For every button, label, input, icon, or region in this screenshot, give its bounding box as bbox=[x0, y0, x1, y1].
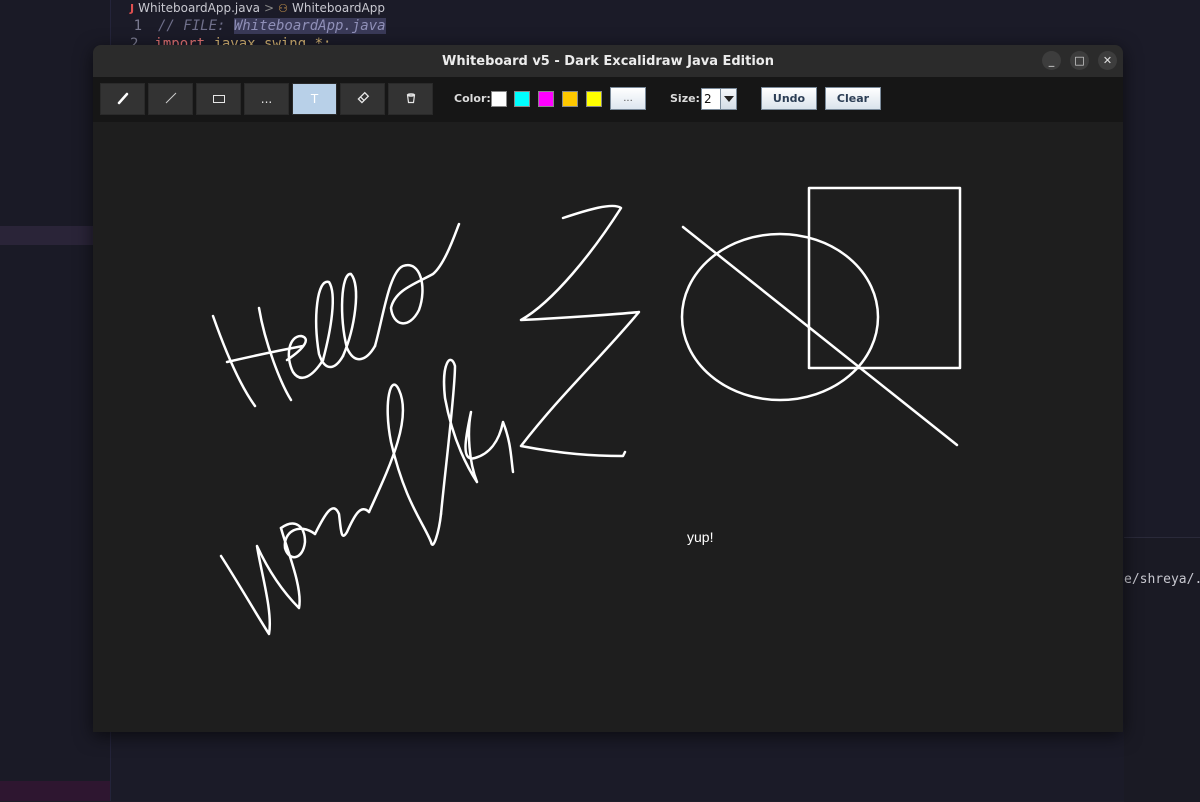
drawing-canvas[interactable]: yup! bbox=[93, 122, 1123, 732]
pen-icon bbox=[116, 91, 130, 108]
eraser-icon bbox=[356, 91, 370, 108]
swatch-white[interactable] bbox=[491, 91, 507, 107]
color-label: Color: bbox=[454, 92, 491, 105]
java-file-icon: J bbox=[130, 1, 135, 15]
eraser-tool-button[interactable] bbox=[340, 83, 385, 115]
stroke-diagonal-line bbox=[681, 225, 959, 447]
stroke-ellipse bbox=[680, 232, 880, 402]
whiteboard-window: Whiteboard v5 - Dark Excalidraw Java Edi… bbox=[93, 45, 1123, 732]
bucket-tool-button[interactable] bbox=[388, 83, 433, 115]
ide-status-strip bbox=[0, 781, 110, 801]
canvas-text-annotation[interactable]: yup! bbox=[687, 529, 713, 545]
size-label: Size: bbox=[670, 92, 700, 105]
swatch-cyan[interactable] bbox=[514, 91, 530, 107]
close-button[interactable]: ✕ bbox=[1098, 51, 1117, 70]
swatch-magenta[interactable] bbox=[538, 91, 554, 107]
toolbar: ... T Color: ... Size: 2 Undo Clear bbox=[93, 77, 1123, 122]
stroke-hello-l2 bbox=[340, 272, 377, 361]
window-title: Whiteboard v5 - Dark Excalidraw Java Edi… bbox=[441, 53, 774, 69]
stroke-world-o bbox=[279, 522, 317, 559]
swatch-yellow[interactable] bbox=[586, 91, 602, 107]
rectangle-tool-button[interactable] bbox=[196, 83, 241, 115]
minimize-button[interactable]: _ bbox=[1042, 51, 1061, 70]
more-tools-button[interactable]: ... bbox=[244, 83, 289, 115]
stroke-hello-h-bar bbox=[225, 344, 305, 364]
window-controls: _ □ ✕ bbox=[1042, 51, 1117, 70]
stroke-world-l bbox=[367, 383, 443, 546]
code-comment: // FILE: WhiteboardApp.java bbox=[158, 18, 386, 34]
stroke-world-w bbox=[219, 526, 301, 636]
swatch-orange[interactable] bbox=[562, 91, 578, 107]
size-select[interactable]: 2 bbox=[701, 88, 737, 110]
more-colors-button[interactable]: ... bbox=[610, 87, 646, 110]
breadcrumb-class[interactable]: WhiteboardApp bbox=[292, 1, 385, 15]
stroke-hello-o bbox=[373, 222, 461, 348]
line-icon bbox=[164, 91, 178, 108]
chevron-down-icon[interactable] bbox=[720, 89, 736, 109]
line-tool-button[interactable] bbox=[148, 83, 193, 115]
stroke-rectangle bbox=[807, 186, 962, 370]
stroke-hello-l1 bbox=[314, 280, 345, 369]
class-icon: ⚇ bbox=[278, 1, 288, 15]
stroke-world-r bbox=[313, 507, 371, 537]
maximize-button[interactable]: □ bbox=[1070, 51, 1089, 70]
bucket-icon bbox=[405, 92, 417, 107]
undo-button[interactable]: Undo bbox=[761, 87, 817, 110]
breadcrumb-separator: > bbox=[264, 1, 275, 15]
code-line-1[interactable]: 1 // FILE: WhiteboardApp.java bbox=[130, 18, 386, 36]
terminal-path-text: e/shreya/.c bbox=[1124, 572, 1200, 587]
text-icon: T bbox=[310, 92, 319, 106]
size-value: 2 bbox=[704, 92, 712, 106]
pen-tool-button[interactable] bbox=[100, 83, 145, 115]
breadcrumb-file[interactable]: WhiteboardApp.java bbox=[138, 1, 260, 15]
clear-button[interactable]: Clear bbox=[825, 87, 881, 110]
window-titlebar[interactable]: Whiteboard v5 - Dark Excalidraw Java Edi… bbox=[93, 45, 1123, 77]
line-number: 1 bbox=[133, 18, 142, 34]
more-icon: ... bbox=[260, 92, 273, 106]
stroke-zigzag bbox=[519, 204, 641, 458]
stroke-world-d bbox=[439, 358, 515, 516]
text-tool-button[interactable]: T bbox=[292, 83, 337, 115]
ide-breadcrumb[interactable]: J WhiteboardApp.java > ⚇ WhiteboardApp bbox=[130, 0, 385, 16]
code-comment-highlight: WhiteboardApp.java bbox=[233, 18, 386, 34]
rectangle-icon bbox=[212, 92, 225, 106]
drawing-strokes bbox=[211, 186, 962, 636]
